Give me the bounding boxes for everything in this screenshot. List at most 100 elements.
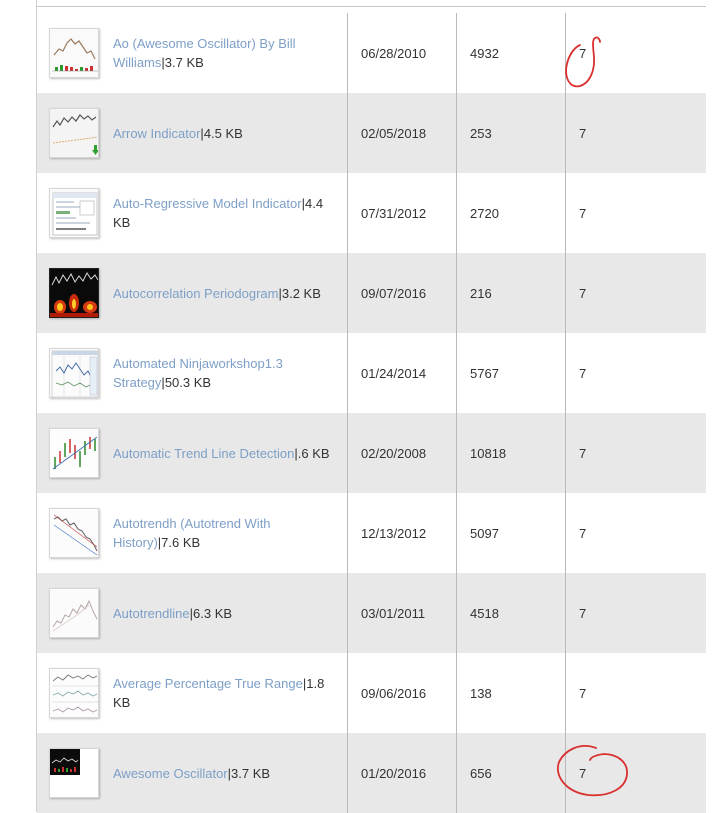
downloads-cell: 4518: [456, 573, 565, 653]
rating-cell: 7: [565, 173, 706, 253]
rating-value: 7: [579, 525, 587, 541]
downloads-cell: 2720: [456, 173, 565, 253]
downloads-cell: 10818: [456, 413, 565, 493]
date-text: 09/07/2016: [361, 285, 427, 301]
indicator-link[interactable]: Average Percentage True Range: [113, 676, 303, 691]
date-cell: 01/24/2014: [347, 333, 456, 413]
table-row: Autotrendline|6.3 KB 03/01/2011 4518 7: [37, 573, 706, 653]
table-row: Awesome Oscillator|3.7 KB 01/20/2016 656…: [37, 733, 706, 813]
name-cell: Automatic Trend Line Detection|.6 KB: [37, 413, 347, 493]
rating-cell: 7: [565, 253, 706, 333]
table-top-edge: [0, 0, 716, 13]
indicator-link[interactable]: Autotrendline: [113, 606, 190, 621]
rating-cell: 7: [565, 413, 706, 493]
name-cell: Automated Ninjaworkshop1.3 Strategy|50.3…: [37, 333, 347, 413]
downloads-cell: 656: [456, 733, 565, 813]
date-cell: 01/20/2016: [347, 733, 456, 813]
indicator-link[interactable]: Awesome Oscillator: [113, 766, 228, 781]
downloads-count: 253: [470, 125, 492, 141]
table-row: Arrow Indicator|4.5 KB 02/05/2018 253 7: [37, 93, 706, 173]
rating-cell: 7: [565, 653, 706, 733]
rating-value: 7: [579, 765, 587, 781]
rating-value: 7: [579, 45, 587, 61]
name-cell: Average Percentage True Range|1.8 KB: [37, 653, 347, 733]
date-text: 12/13/2012: [361, 525, 427, 541]
thumbnail-image[interactable]: [49, 348, 99, 398]
table-row: Automatic Trend Line Detection|.6 KB 02/…: [37, 413, 706, 493]
rating-cell: 7: [565, 733, 706, 813]
rating-cell: 7: [565, 13, 706, 93]
left-gutter: [0, 13, 36, 812]
downloads-cell: 253: [456, 93, 565, 173]
date-cell: 06/28/2010: [347, 13, 456, 93]
file-size: 3.2 KB: [281, 285, 321, 301]
indicator-link[interactable]: Arrow Indicator: [113, 126, 200, 141]
thumbnail-image[interactable]: [49, 508, 99, 558]
date-text: 01/24/2014: [361, 365, 427, 381]
name-cell: Autotrendline|6.3 KB: [37, 573, 347, 653]
date-text: 09/06/2016: [361, 685, 427, 701]
rating-cell: 7: [565, 333, 706, 413]
thumbnail-image[interactable]: [49, 428, 99, 478]
date-cell: 12/13/2012: [347, 493, 456, 573]
date-text: 01/20/2016: [361, 765, 427, 781]
thumbnail-image[interactable]: [49, 28, 99, 78]
downloads-count: 656: [470, 765, 492, 781]
downloads-count: 5767: [470, 365, 499, 381]
indicator-link[interactable]: Automatic Trend Line Detection: [113, 446, 294, 461]
rating-value: 7: [579, 285, 587, 301]
thumbnail-image[interactable]: [49, 268, 99, 318]
name-cell: Arrow Indicator|4.5 KB: [37, 93, 347, 173]
downloads-count: 4518: [470, 605, 499, 621]
thumbnail-image[interactable]: [49, 108, 99, 158]
downloads-count: 2720: [470, 205, 499, 221]
indicator-link[interactable]: Auto-Regressive Model Indicator: [113, 196, 302, 211]
name-cell: Autotrendh (Autotrend With History)|7.6 …: [37, 493, 347, 573]
table-row: Auto-Regressive Model Indicator|4.4 KB 0…: [37, 173, 706, 253]
thumbnail-image[interactable]: [49, 668, 99, 718]
thumbnail-image[interactable]: [49, 188, 99, 238]
table-row: Average Percentage True Range|1.8 KB 09/…: [37, 653, 706, 733]
rating-value: 7: [579, 685, 587, 701]
date-text: 02/20/2008: [361, 445, 427, 461]
name-cell: Autocorrelation Periodogram|3.2 KB: [37, 253, 347, 333]
date-text: 06/28/2010: [361, 45, 427, 61]
rating-value: 7: [579, 605, 587, 621]
file-size: 50.3 KB: [164, 375, 212, 390]
rating-value: 7: [579, 365, 587, 381]
downloads-cell: 5767: [456, 333, 565, 413]
indicator-link[interactable]: Ao (Awesome Oscillator) By Bill Williams: [113, 36, 296, 70]
table-row: Autocorrelation Periodogram|3.2 KB 09/07…: [37, 253, 706, 333]
rating-value: 7: [579, 125, 587, 141]
date-cell: 09/07/2016: [347, 253, 456, 333]
downloads-count: 10818: [470, 445, 507, 461]
downloads-cell: 138: [456, 653, 565, 733]
file-size: 3.7 KB: [231, 765, 271, 781]
indicator-link[interactable]: Autocorrelation Periodogram: [113, 286, 278, 301]
name-cell: Auto-Regressive Model Indicator|4.4 KB: [37, 173, 347, 253]
downloads-table: Ao (Awesome Oscillator) By Bill Williams…: [37, 13, 706, 813]
thumbnail-image[interactable]: [49, 748, 99, 798]
downloads-cell: 5097: [456, 493, 565, 573]
name-cell: Awesome Oscillator|3.7 KB: [37, 733, 347, 813]
date-text: 07/31/2012: [361, 205, 427, 221]
date-text: 02/05/2018: [361, 125, 427, 141]
name-cell: Ao (Awesome Oscillator) By Bill Williams…: [37, 13, 347, 93]
date-text: 03/01/2011: [361, 605, 426, 621]
thumbnail-image[interactable]: [49, 588, 99, 638]
table-row: Automated Ninjaworkshop1.3 Strategy|50.3…: [37, 333, 706, 413]
file-size: 3.7 KB: [164, 55, 204, 70]
rating-cell: 7: [565, 573, 706, 653]
downloads-count: 4932: [470, 45, 499, 61]
downloads-count: 216: [470, 285, 492, 301]
downloads-cell: 216: [456, 253, 565, 333]
file-size: 6.3 KB: [193, 605, 233, 621]
date-cell: 02/05/2018: [347, 93, 456, 173]
date-cell: 09/06/2016: [347, 653, 456, 733]
table-row: Ao (Awesome Oscillator) By Bill Williams…: [37, 13, 706, 93]
date-cell: 03/01/2011: [347, 573, 456, 653]
rating-cell: 7: [565, 493, 706, 573]
file-size: .6 KB: [297, 445, 330, 461]
table-row: Autotrendh (Autotrend With History)|7.6 …: [37, 493, 706, 573]
downloads-count: 138: [470, 685, 492, 701]
